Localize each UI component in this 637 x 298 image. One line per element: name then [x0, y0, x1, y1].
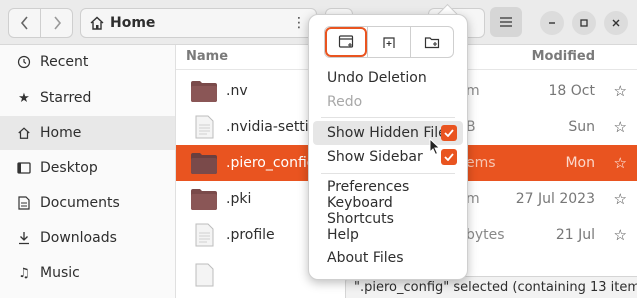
- download-icon: [17, 231, 31, 245]
- hamburger-icon: [500, 17, 512, 27]
- forward-button[interactable]: [40, 9, 72, 37]
- new-tab-icon: [383, 37, 395, 48]
- star-toggle-icon[interactable]: ☆: [614, 217, 627, 253]
- star-toggle-icon[interactable]: ☆: [614, 181, 627, 217]
- back-button[interactable]: [9, 9, 40, 37]
- music-icon: ♫: [18, 265, 30, 281]
- star-toggle-icon[interactable]: ☆: [614, 109, 627, 145]
- document-icon: [17, 196, 31, 210]
- menu-item-keyboard-shortcuts[interactable]: Keyboard Shortcuts: [313, 195, 463, 227]
- new-window-button[interactable]: [325, 27, 367, 57]
- menu-item-undo-deletion[interactable]: Undo Deletion: [313, 66, 463, 90]
- star-toggle-icon[interactable]: ☆: [614, 73, 627, 109]
- file-size: m: [466, 191, 480, 207]
- minimize-button[interactable]: [540, 11, 564, 35]
- menu-separator: [321, 117, 455, 118]
- sidebar-item-label: Downloads: [40, 230, 117, 246]
- minimize-icon: [549, 22, 555, 24]
- checkbox-checked-icon[interactable]: [441, 149, 457, 165]
- checkbox-checked-icon[interactable]: [441, 125, 457, 141]
- file-modified: 27 Jul 2023: [515, 191, 595, 207]
- new-folder-button[interactable]: [410, 27, 453, 57]
- menu-separator: [321, 173, 455, 174]
- chevron-right-icon: [53, 16, 61, 30]
- sidebar-item-documents[interactable]: Documents: [0, 186, 175, 220]
- sidebar-item-downloads[interactable]: Downloads: [0, 221, 175, 255]
- column-name-header[interactable]: Name: [186, 49, 228, 64]
- menu-item-redo[interactable]: Redo: [313, 90, 463, 114]
- chevron-left-icon: [20, 16, 28, 30]
- desktop-icon: [17, 162, 31, 174]
- sidebar-item-label: Documents: [40, 195, 120, 211]
- file-size: ems: [466, 155, 496, 171]
- file-modified: Sun: [568, 119, 595, 135]
- sidebar-item-label: Home: [40, 125, 82, 141]
- new-folder-icon: [424, 37, 440, 49]
- folder-icon: [191, 153, 217, 174]
- column-modified-header[interactable]: Modified: [532, 49, 595, 64]
- home-icon: [17, 126, 31, 140]
- sidebar-item-label: Music: [40, 265, 80, 281]
- maximize-button[interactable]: [572, 11, 596, 35]
- folder-icon: [191, 189, 217, 210]
- maximize-icon: [580, 19, 588, 27]
- main-menu-button[interactable]: [490, 7, 522, 37]
- location-bar[interactable]: Home ⋮: [80, 8, 317, 38]
- sidebar-item-desktop[interactable]: Desktop: [0, 151, 175, 185]
- menu-icon-buttons: [324, 26, 454, 58]
- sidebar-item-label: Desktop: [40, 160, 98, 176]
- menu-item-label: Show Sidebar: [327, 149, 423, 165]
- star-toggle-icon[interactable]: ☆: [614, 145, 627, 181]
- text-file-icon: [195, 115, 214, 139]
- menu-item-about-files[interactable]: About Files: [313, 246, 463, 270]
- file-modified: Mon: [565, 155, 595, 171]
- sidebar: Recent ★ Starred Home Desktop Documents …: [0, 45, 176, 298]
- sidebar-item-recent[interactable]: Recent: [0, 45, 175, 79]
- sidebar-item-label: Starred: [40, 90, 92, 106]
- location-menu-button[interactable]: ⋮: [292, 15, 306, 31]
- sidebar-item-label: Recent: [40, 54, 89, 70]
- text-file-icon: [195, 263, 214, 287]
- sidebar-item-starred[interactable]: ★ Starred: [0, 81, 175, 115]
- file-modified: 21 Jul: [555, 227, 595, 243]
- file-size: m: [466, 83, 480, 99]
- sidebar-item-music[interactable]: ♫ Music: [0, 256, 175, 290]
- main-menu-popover: Undo Deletion Redo Show Hidden Files Sho…: [308, 14, 468, 280]
- clock-icon: [17, 55, 31, 69]
- close-icon: [612, 19, 620, 27]
- sidebar-item-home[interactable]: Home: [0, 116, 175, 150]
- star-icon: ★: [18, 90, 30, 106]
- file-modified: 18 Oct: [548, 83, 595, 99]
- mouse-pointer-icon: [429, 138, 441, 156]
- new-tab-button[interactable]: [367, 27, 410, 57]
- new-window-icon: [338, 35, 354, 48]
- navigation-buttons: [8, 8, 73, 38]
- menu-item-help[interactable]: Help: [313, 223, 463, 247]
- file-size: bytes: [466, 227, 505, 243]
- breadcrumb-home[interactable]: Home: [89, 9, 155, 37]
- text-file-icon: [195, 223, 214, 247]
- home-icon: [90, 16, 104, 30]
- breadcrumb-label: Home: [110, 15, 156, 31]
- folder-icon: [191, 81, 217, 102]
- close-button[interactable]: [604, 11, 628, 35]
